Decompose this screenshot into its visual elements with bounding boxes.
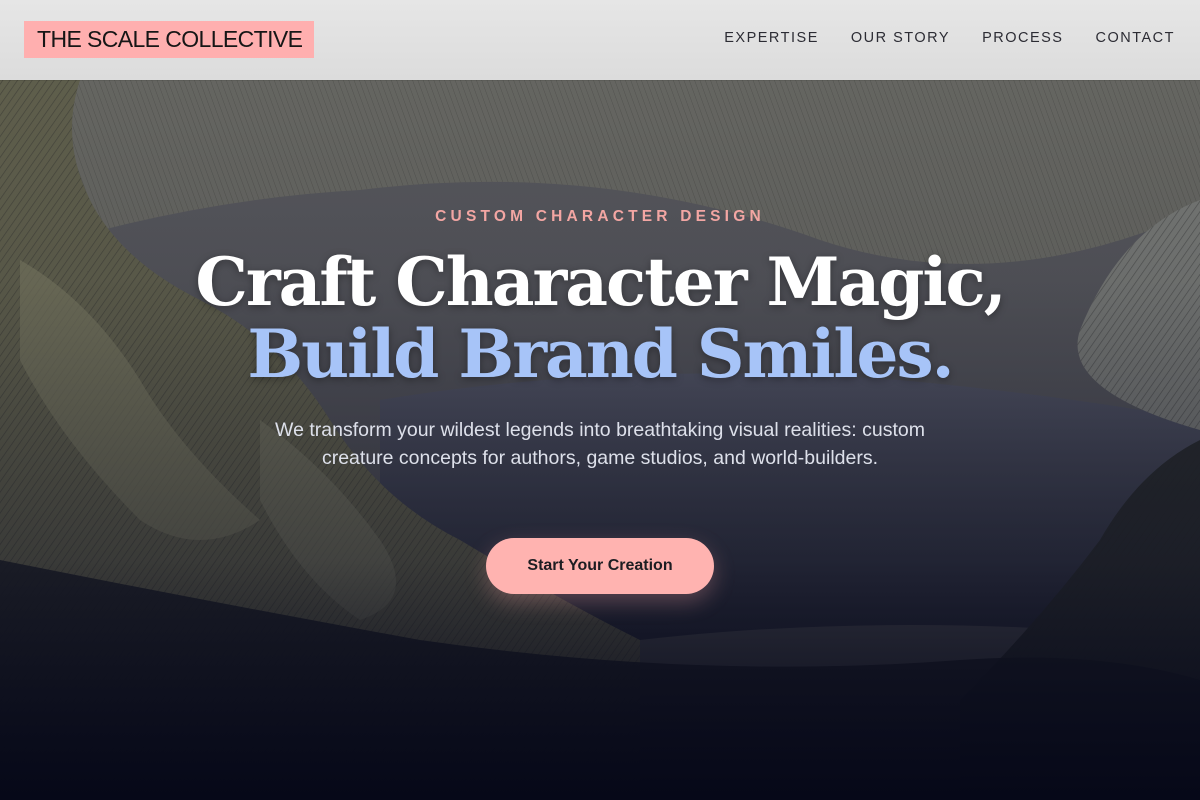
headline-line-2: Build Brand Smiles. [247, 315, 954, 393]
nav-link-expertise[interactable]: EXPERTISE [724, 30, 819, 46]
landing-page: THE SCALE COLLECTIVE EXPERTISE OUR STORY… [0, 0, 1200, 800]
main-nav: EXPERTISE OUR STORY PROCESS CONTACT [724, 30, 1175, 46]
headline-line-1: Craft Character Magic, [195, 243, 1006, 321]
hero-section: CUSTOM CHARACTER DESIGN Craft Character … [0, 0, 1200, 800]
nav-link-contact[interactable]: CONTACT [1095, 30, 1175, 46]
hero-headline: Craft Character Magic, Build Brand Smile… [0, 246, 1200, 390]
nav-link-process[interactable]: PROCESS [982, 30, 1063, 46]
hero-subtitle: We transform your wildest legends into b… [275, 419, 925, 469]
hero-eyebrow: CUSTOM CHARACTER DESIGN [435, 208, 765, 225]
nav-link-our-story[interactable]: OUR STORY [851, 30, 950, 46]
site-header: THE SCALE COLLECTIVE EXPERTISE OUR STORY… [0, 0, 1200, 80]
brand-logo[interactable]: THE SCALE COLLECTIVE [24, 21, 315, 58]
start-creation-button[interactable]: Start Your Creation [486, 538, 714, 594]
